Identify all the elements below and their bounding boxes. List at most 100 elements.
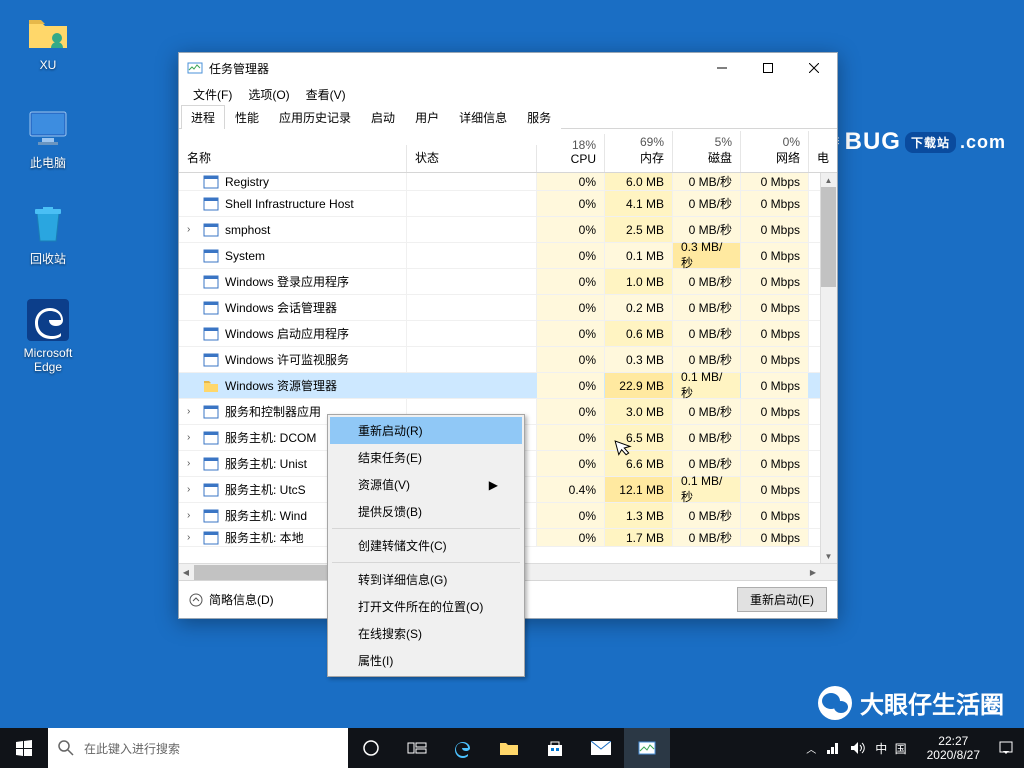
mem-cell: 12.1 MB [605, 477, 673, 502]
col-network: 0%网络 [741, 131, 809, 172]
disk-cell: 0.1 MB/秒 [673, 373, 741, 398]
mem-cell: 1.0 MB [605, 269, 673, 294]
volume-icon[interactable] [850, 741, 865, 755]
context-menu-item[interactable]: 提供反馈(B) [330, 498, 522, 525]
context-menu-item[interactable]: 属性(I) [330, 647, 522, 674]
table-row[interactable]: Windows 资源管理器0%22.9 MB0.1 MB/秒0 Mbps [179, 373, 837, 399]
net-cell: 0 Mbps [741, 451, 809, 476]
system-tray[interactable]: ︿ 中 国 22:27 2020/8/27 [796, 728, 1024, 768]
desktop-icon-label: XU [12, 58, 84, 72]
process-icon [203, 530, 219, 546]
table-row[interactable]: Registry0%6.0 MB0 MB/秒0 Mbps [179, 173, 837, 191]
process-icon [203, 196, 219, 212]
task-manager-window: 任务管理器 文件(F) 选项(O) 查看(V) 进程 性能 应用历史记录 启动 … [178, 52, 838, 619]
restart-button[interactable]: 重新启动(E) [737, 587, 827, 612]
fewer-details-toggle[interactable]: 简略信息(D) [189, 591, 274, 608]
process-name: Windows 会话管理器 [225, 299, 337, 316]
network-icon[interactable] [826, 741, 840, 755]
menu-file[interactable]: 文件(F) [185, 84, 240, 105]
disk-cell: 0 MB/秒 [673, 399, 741, 424]
process-icon [203, 508, 219, 524]
process-icon [203, 326, 219, 342]
minimize-button[interactable] [699, 53, 745, 83]
bottom-brand: 大眼仔生活圈 [818, 685, 1004, 720]
col-name: 名称 [179, 145, 407, 172]
mem-cell: 0.3 MB [605, 347, 673, 372]
context-menu-item[interactable]: 打开文件所在的位置(O) [330, 593, 522, 620]
taskbar-store[interactable] [532, 728, 578, 768]
scroll-down-arrow[interactable]: ▼ [821, 549, 836, 563]
taskbar-edge[interactable] [440, 728, 486, 768]
col-disk: 5%磁盘 [673, 131, 741, 172]
tab-users[interactable]: 用户 [405, 105, 449, 129]
mem-cell: 0.2 MB [605, 295, 673, 320]
context-menu-item[interactable]: 在线搜索(S) [330, 620, 522, 647]
scrollbar-thumb[interactable] [821, 187, 836, 287]
cpu-cell: 0% [537, 269, 605, 294]
vertical-scrollbar[interactable]: ▲ ▼ [820, 173, 837, 563]
table-row[interactable]: System0%0.1 MB0.3 MB/秒0 Mbps [179, 243, 837, 269]
process-name: Windows 登录应用程序 [225, 273, 349, 290]
menu-view[interactable]: 查看(V) [298, 84, 354, 105]
table-row[interactable]: Windows 启动应用程序0%0.6 MB0 MB/秒0 Mbps [179, 321, 837, 347]
process-name: 服务和控制器应用 [225, 403, 321, 420]
close-button[interactable] [791, 53, 837, 83]
process-icon [203, 352, 219, 368]
net-cell: 0 Mbps [741, 529, 809, 546]
table-row[interactable]: Windows 许可监视服务0%0.3 MB0 MB/秒0 Mbps [179, 347, 837, 373]
net-cell: 0 Mbps [741, 477, 809, 502]
scroll-up-arrow[interactable]: ▲ [821, 173, 836, 187]
table-row[interactable]: Shell Infrastructure Host0%4.1 MB0 MB/秒0… [179, 191, 837, 217]
menu-options[interactable]: 选项(O) [240, 84, 297, 105]
taskbar-explorer[interactable] [486, 728, 532, 768]
disk-cell: 0 MB/秒 [673, 503, 741, 528]
context-menu-item[interactable]: 重新启动(R) [330, 417, 522, 444]
disk-cell: 0 MB/秒 [673, 425, 741, 450]
table-row[interactable]: ›smphost0%2.5 MB0 MB/秒0 Mbps [179, 217, 837, 243]
table-row[interactable]: Windows 会话管理器0%0.2 MB0 MB/秒0 Mbps [179, 295, 837, 321]
process-name: Windows 许可监视服务 [225, 351, 349, 368]
store-icon [546, 739, 564, 757]
context-menu-item[interactable]: 创建转储文件(C) [330, 532, 522, 559]
taskbar-clock[interactable]: 22:27 2020/8/27 [919, 734, 988, 763]
tab-performance[interactable]: 性能 [225, 105, 269, 129]
tab-services[interactable]: 服务 [517, 105, 561, 129]
tab-details[interactable]: 详细信息 [449, 105, 517, 129]
tab-startup[interactable]: 启动 [361, 105, 405, 129]
mem-cell: 0.6 MB [605, 321, 673, 346]
taskbar-taskmgr[interactable] [624, 728, 670, 768]
tab-app-history[interactable]: 应用历史记录 [269, 105, 361, 129]
desktop-icon-this-pc[interactable]: 此电脑 [12, 106, 84, 171]
maximize-button[interactable] [745, 53, 791, 83]
context-menu: 重新启动(R)结束任务(E)资源值(V)▶提供反馈(B) 创建转储文件(C) 转到详… [327, 414, 525, 677]
process-name: Windows 启动应用程序 [225, 325, 349, 342]
titlebar[interactable]: 任务管理器 [179, 53, 837, 83]
net-cell: 0 Mbps [741, 347, 809, 372]
desktop-icon-user[interactable]: XU [12, 10, 84, 72]
table-row[interactable]: Windows 登录应用程序0%1.0 MB0 MB/秒0 Mbps [179, 269, 837, 295]
table-header[interactable]: 名称 状态 18%CPU 69%内存 5%磁盘 0%网络 电 [179, 129, 837, 173]
cpu-cell: 0% [537, 451, 605, 476]
task-view-button[interactable] [394, 728, 440, 768]
desktop-icon-recycle-bin[interactable]: 回收站 [12, 202, 84, 267]
cpu-cell: 0% [537, 399, 605, 424]
process-name: 服务主机: Wind [225, 507, 307, 524]
tray-chevron-icon[interactable]: ︿ [806, 741, 816, 756]
desktop-icon-edge[interactable]: Microsoft Edge [12, 298, 84, 374]
taskbar-search[interactable]: 在此键入进行搜索 [48, 728, 348, 768]
start-button[interactable] [0, 728, 48, 768]
process-name: 服务主机: DCOM [225, 429, 316, 446]
taskbar-mail[interactable] [578, 728, 624, 768]
cortana-button[interactable] [348, 728, 394, 768]
net-cell: 0 Mbps [741, 217, 809, 242]
disk-cell: 0 MB/秒 [673, 269, 741, 294]
process-name: 服务主机: 本地 [225, 529, 304, 546]
notifications-icon[interactable] [998, 740, 1014, 756]
ime-indicator[interactable]: 中 国 [875, 740, 908, 757]
context-menu-item[interactable]: 资源值(V)▶ [330, 471, 522, 498]
net-cell: 0 Mbps [741, 425, 809, 450]
tab-processes[interactable]: 进程 [181, 105, 225, 129]
context-menu-item[interactable]: 转到详细信息(G) [330, 566, 522, 593]
context-menu-item[interactable]: 结束任务(E) [330, 444, 522, 471]
desktop-icon-label: 回收站 [12, 250, 84, 267]
